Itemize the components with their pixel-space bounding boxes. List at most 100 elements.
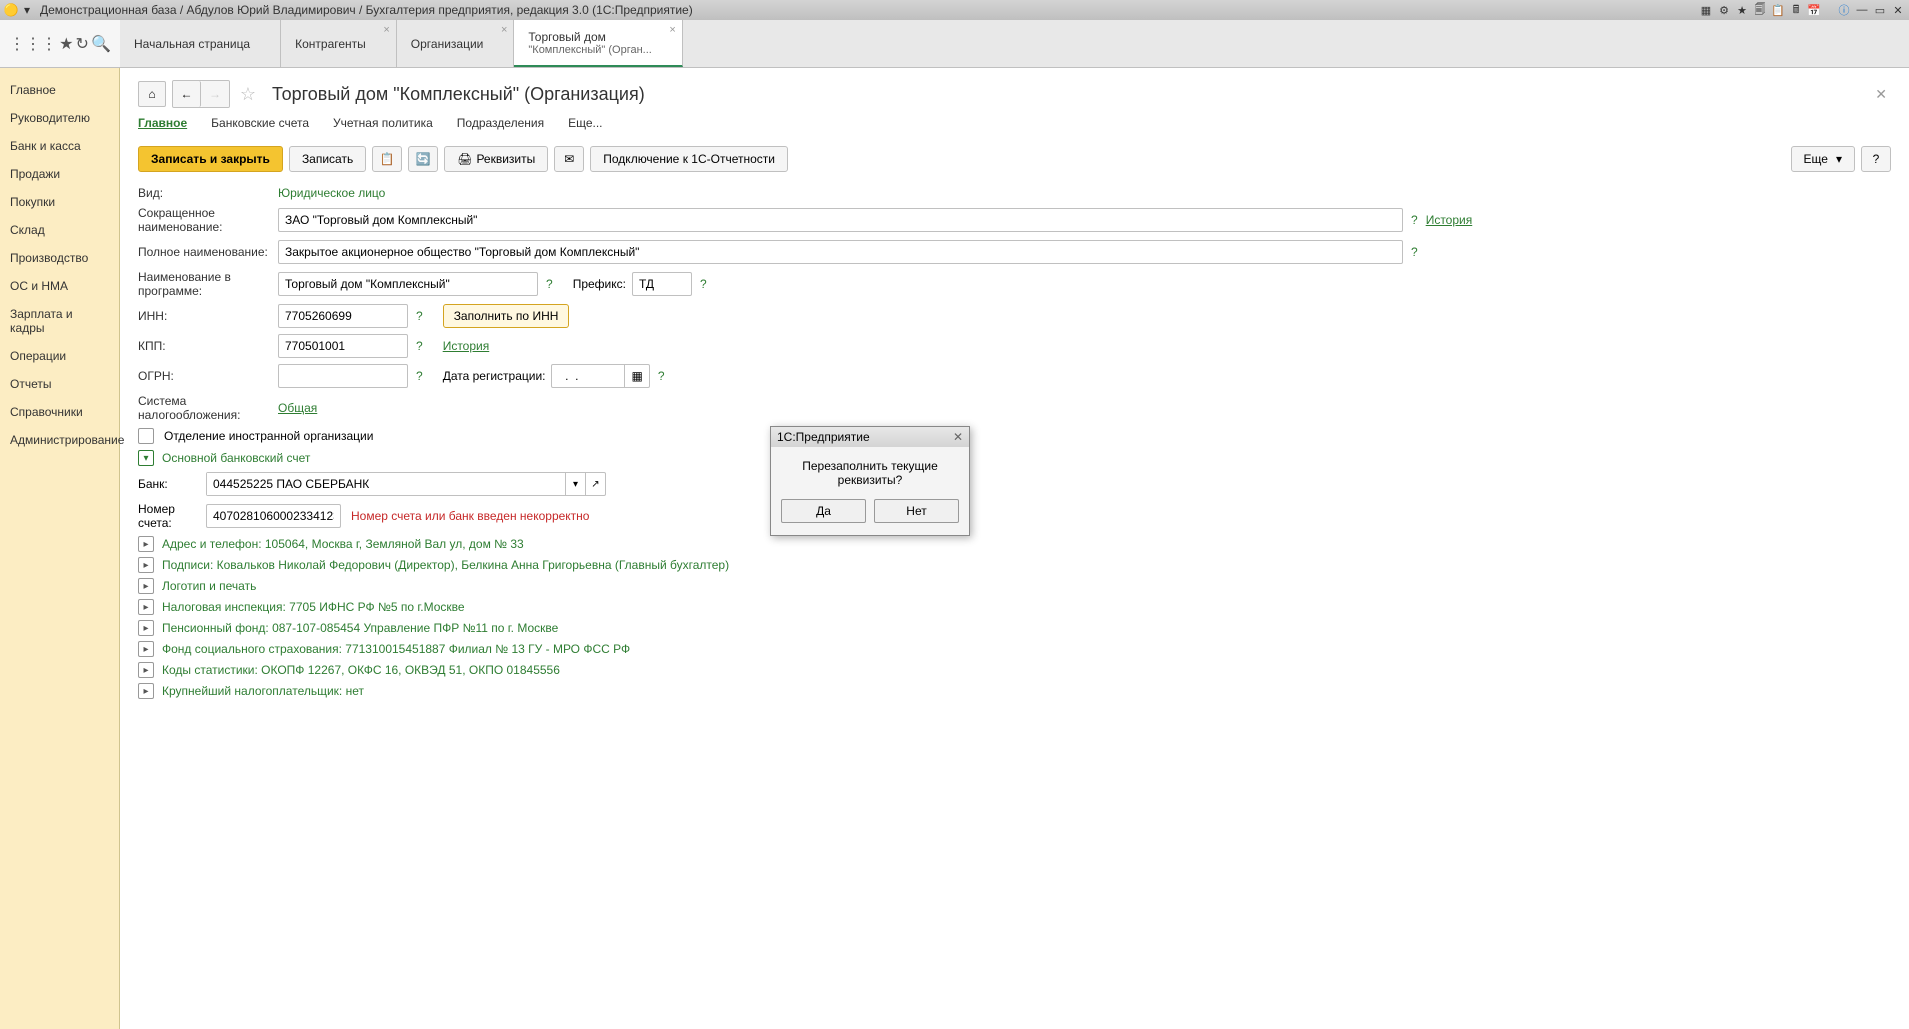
dialog-close-icon[interactable]: ✕: [953, 430, 963, 444]
nav-operations[interactable]: Операции: [0, 342, 119, 370]
refresh-button[interactable]: 🔄: [408, 146, 438, 172]
tab-contragents[interactable]: Контрагенты ×: [281, 20, 397, 67]
expand-button[interactable]: ▸: [138, 557, 154, 573]
nav-main[interactable]: Главное: [0, 76, 119, 104]
minimize-icon[interactable]: —: [1855, 3, 1869, 17]
subtab-more[interactable]: Еще...: [568, 116, 602, 134]
close-icon[interactable]: ×: [501, 24, 507, 36]
bank-section-title[interactable]: Основной банковский счет: [162, 451, 310, 465]
dropdown-icon[interactable]: ▾: [20, 3, 34, 17]
list-button[interactable]: 📋: [372, 146, 402, 172]
close-page-button[interactable]: ✕: [1871, 82, 1891, 107]
section-logo[interactable]: Логотип и печать: [162, 579, 256, 593]
help-icon[interactable]: ?: [658, 369, 665, 383]
prog-name-input[interactable]: [278, 272, 538, 296]
mail-button[interactable]: ✉: [554, 146, 584, 172]
nav-warehouse[interactable]: Склад: [0, 216, 119, 244]
subtab-accounting-policy[interactable]: Учетная политика: [333, 116, 433, 134]
dialog-yes-button[interactable]: Да: [781, 499, 866, 523]
section-social[interactable]: Фонд социального страхования: 7713100154…: [162, 642, 630, 656]
save-close-button[interactable]: Записать и закрыть: [138, 146, 283, 172]
help-icon[interactable]: ?: [416, 309, 423, 323]
more-button[interactable]: Еще▾: [1791, 146, 1855, 172]
star-icon[interactable]: ★: [59, 34, 73, 54]
help-icon[interactable]: ?: [1411, 245, 1418, 259]
dropdown-icon[interactable]: ▾: [565, 473, 585, 495]
favorite-button[interactable]: ☆: [236, 82, 260, 106]
subtab-main[interactable]: Главное: [138, 116, 187, 134]
tb-icon-5[interactable]: 📋: [1771, 3, 1785, 17]
section-pension[interactable]: Пенсионный фонд: 087-107-085454 Управлен…: [162, 621, 558, 635]
tab-organizations[interactable]: Организации ×: [397, 20, 515, 67]
help-button[interactable]: ?: [1861, 146, 1891, 172]
bank-input[interactable]: [207, 473, 565, 495]
nav-reports[interactable]: Отчеты: [0, 370, 119, 398]
history-icon[interactable]: ↻: [76, 34, 89, 54]
requisites-button[interactable]: 🖨Реквизиты: [444, 146, 548, 172]
help-icon[interactable]: ?: [416, 369, 423, 383]
help-icon[interactable]: ?: [546, 277, 553, 291]
subtab-departments[interactable]: Подразделения: [457, 116, 544, 134]
regdate-field[interactable]: ▦: [551, 364, 649, 388]
tb-icon-2[interactable]: ⚙: [1717, 3, 1731, 17]
open-icon[interactable]: ↗: [585, 473, 605, 495]
inn-input[interactable]: [278, 304, 408, 328]
section-stat-codes[interactable]: Коды статистики: ОКОПФ 12267, ОКФС 16, О…: [162, 663, 560, 677]
tax-value[interactable]: Общая: [278, 401, 317, 415]
expand-button[interactable]: ▸: [138, 662, 154, 678]
branch-checkbox[interactable]: [138, 428, 154, 444]
section-large-taxpayer[interactable]: Крупнейший налогоплательщик: нет: [162, 684, 364, 698]
section-address[interactable]: Адрес и телефон: 105064, Москва г, Земля…: [162, 537, 524, 551]
save-button[interactable]: Записать: [289, 146, 366, 172]
back-button[interactable]: ←: [173, 81, 201, 107]
kpp-history-link[interactable]: История: [443, 339, 490, 353]
nav-bank[interactable]: Банк и касса: [0, 132, 119, 160]
dialog-no-button[interactable]: Нет: [874, 499, 959, 523]
expand-button[interactable]: ▸: [138, 599, 154, 615]
expand-button[interactable]: ▸: [138, 536, 154, 552]
nav-assets[interactable]: ОС и НМА: [0, 272, 119, 300]
subtab-bank-accounts[interactable]: Банковские счета: [211, 116, 309, 134]
short-name-input[interactable]: [278, 208, 1403, 232]
nav-purchases[interactable]: Покупки: [0, 188, 119, 216]
calendar-icon[interactable]: ▦: [624, 365, 648, 387]
expand-button[interactable]: ▸: [138, 620, 154, 636]
tb-icon-6[interactable]: 🖩: [1789, 3, 1803, 17]
nav-sales[interactable]: Продажи: [0, 160, 119, 188]
nav-manager[interactable]: Руководителю: [0, 104, 119, 132]
section-signatures[interactable]: Подписи: Ковальков Николай Федорович (Ди…: [162, 558, 729, 572]
nav-salary[interactable]: Зарплата и кадры: [0, 300, 119, 342]
tb-icon-1[interactable]: ▦: [1699, 3, 1713, 17]
prefix-input[interactable]: [632, 272, 692, 296]
apps-icon[interactable]: ⋮⋮⋮: [9, 34, 57, 54]
close-icon[interactable]: ×: [383, 24, 389, 36]
home-button[interactable]: ⌂: [138, 81, 166, 107]
help-icon[interactable]: ?: [700, 277, 707, 291]
nav-admin[interactable]: Администрирование: [0, 426, 119, 454]
nav-production[interactable]: Производство: [0, 244, 119, 272]
expand-button[interactable]: ▸: [138, 641, 154, 657]
tb-icon-3[interactable]: ★: [1735, 3, 1749, 17]
maximize-icon[interactable]: ▭: [1873, 3, 1887, 17]
connect-button[interactable]: Подключение к 1С-Отчетности: [590, 146, 788, 172]
expand-button[interactable]: ▸: [138, 683, 154, 699]
expand-button[interactable]: ▸: [138, 578, 154, 594]
bank-field[interactable]: ▾ ↗: [206, 472, 606, 496]
tb-icon-7[interactable]: 📅: [1807, 3, 1821, 17]
tab-trade-house[interactable]: Торговый дом "Комплексный" (Орган... ×: [514, 20, 682, 67]
search-icon[interactable]: 🔍: [91, 34, 111, 54]
full-name-input[interactable]: [278, 240, 1403, 264]
tb-icon-4[interactable]: 🗐: [1753, 3, 1767, 17]
kpp-input[interactable]: [278, 334, 408, 358]
collapse-button[interactable]: ▾: [138, 450, 154, 466]
history-link[interactable]: История: [1426, 213, 1473, 227]
help-icon[interactable]: ?: [416, 339, 423, 353]
tab-home[interactable]: Начальная страница: [120, 20, 281, 67]
account-input[interactable]: [206, 504, 341, 528]
tb-icon-8[interactable]: ⓘ: [1837, 3, 1851, 17]
forward-button[interactable]: →: [201, 81, 229, 107]
close-window-icon[interactable]: ✕: [1891, 3, 1905, 17]
regdate-input[interactable]: [552, 367, 624, 385]
close-icon[interactable]: ×: [669, 24, 675, 36]
section-tax-inspection[interactable]: Налоговая инспекция: 7705 ИФНС РФ №5 по …: [162, 600, 465, 614]
